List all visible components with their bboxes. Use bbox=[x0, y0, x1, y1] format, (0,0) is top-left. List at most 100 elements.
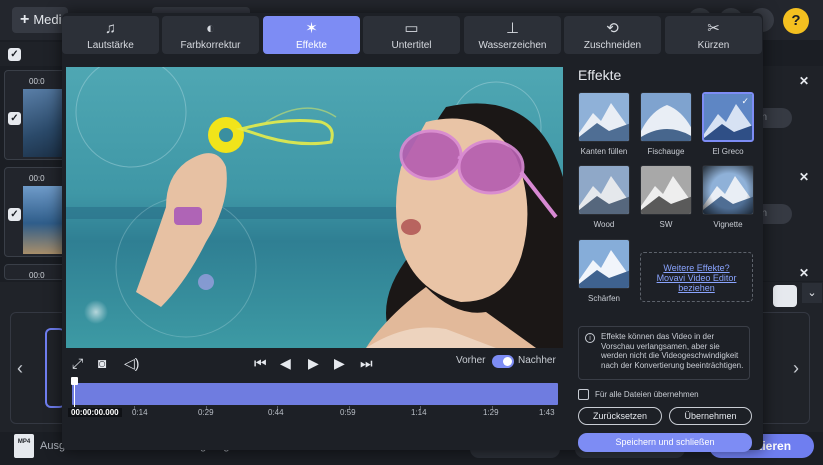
effect-name: Vignette bbox=[713, 220, 743, 229]
tab-label: Zuschneiden bbox=[583, 40, 642, 51]
apply-to-all-checkbox[interactable]: Für alle Dateien übernehmen bbox=[578, 389, 754, 403]
effect-thumbnail bbox=[578, 239, 630, 289]
duration-label: 00:0 bbox=[29, 77, 45, 86]
info-icon: i bbox=[585, 333, 595, 343]
help-icon[interactable]: ? bbox=[783, 8, 809, 34]
apply-to-all-label: Für alle Dateien übernehmen bbox=[595, 390, 699, 399]
effect-sharpen[interactable]: Schärfen bbox=[578, 239, 630, 303]
save-and-close-button[interactable]: Speichern und schließen bbox=[578, 433, 752, 452]
effect-name: El Greco bbox=[712, 147, 744, 156]
snapshot-camera-icon[interactable]: ◙ bbox=[98, 353, 106, 373]
tab-subtitles[interactable]: ▭ Untertitel bbox=[363, 16, 460, 54]
info-text: Effekte können das Video in der Vorschau… bbox=[601, 332, 744, 370]
skip-to-start-icon[interactable]: ⏮ bbox=[254, 353, 267, 373]
tab-trim[interactable]: ✂ Kürzen bbox=[665, 16, 762, 54]
effect-el-greco[interactable]: ✓ El Greco bbox=[702, 92, 754, 156]
tab-effects[interactable]: ✶ Effekte bbox=[263, 16, 360, 54]
effect-thumbnail bbox=[578, 92, 630, 142]
crop-rotate-icon: ⟲ bbox=[606, 20, 619, 37]
effect-fisheye[interactable]: Fischauge bbox=[640, 92, 692, 156]
timeline-track[interactable] bbox=[72, 383, 558, 405]
mp4-format-icon[interactable]: MP4 bbox=[14, 434, 34, 458]
tab-label: Untertitel bbox=[391, 40, 432, 51]
tick-label: 1:43 bbox=[539, 408, 555, 417]
effects-panel: Effekte Kanten füllen Fischauge ✓ El Gre… bbox=[572, 63, 757, 452]
playhead-handle[interactable] bbox=[71, 377, 78, 407]
effect-thumbnail bbox=[640, 165, 692, 215]
add-media-label: Medi bbox=[33, 12, 62, 27]
selected-check-icon: ✓ bbox=[741, 96, 749, 106]
search-icon[interactable] bbox=[773, 285, 797, 307]
tab-label: Wasserzeichen bbox=[478, 40, 547, 51]
more-effects-link[interactable]: beziehen bbox=[641, 283, 752, 293]
chevron-down-icon[interactable]: ⌄ bbox=[802, 283, 822, 303]
effect-fill-edges[interactable]: Kanten füllen bbox=[578, 92, 630, 156]
skip-to-end-icon[interactable]: ⏭ bbox=[360, 353, 373, 373]
file-thumbnail bbox=[23, 89, 65, 157]
tick-label: 0:29 bbox=[198, 408, 214, 417]
subtitles-icon: ▭ bbox=[404, 20, 419, 37]
effect-name: Kanten füllen bbox=[580, 147, 628, 156]
player-controls: ⤢ ◙ ◁) ⏮ ◀︎ ▶ ▶︎ ⏭ Vorher Nachher bbox=[66, 349, 563, 377]
panel-title: Effekte bbox=[578, 67, 622, 83]
tab-label: Farbkorrektur bbox=[180, 40, 241, 51]
effect-bw[interactable]: SW bbox=[640, 165, 692, 229]
play-icon[interactable]: ▶ bbox=[308, 353, 319, 373]
chevron-left-icon[interactable]: ‹ bbox=[17, 358, 23, 379]
effect-vignette[interactable]: Vignette bbox=[702, 165, 754, 229]
tab-volume[interactable]: ♫ Lautstärke bbox=[62, 16, 159, 54]
duration-label: 00:0 bbox=[29, 271, 45, 280]
video-preview[interactable] bbox=[66, 67, 563, 348]
effect-name: SW bbox=[659, 220, 673, 229]
more-effects-box: Weitere Effekte? Movavi Video Editor bez… bbox=[640, 252, 753, 302]
magic-wand-icon: ✶ bbox=[305, 20, 318, 37]
effects-dialog: ♫ Lautstärke ◐ Farbkorrektur ✶ Effekte ▭… bbox=[62, 13, 763, 452]
timeline: 00:00:00.000 0:14 0:29 0:44 0:59 1:14 1:… bbox=[66, 377, 563, 425]
checkbox-box[interactable] bbox=[578, 389, 589, 400]
add-media-button[interactable]: + Medi bbox=[12, 7, 68, 33]
music-note-icon: ♫ bbox=[104, 20, 117, 37]
tab-bar: ♫ Lautstärke ◐ Farbkorrektur ✶ Effekte ▭… bbox=[62, 16, 763, 56]
file-checkbox[interactable]: ✓ bbox=[8, 208, 21, 221]
file-row[interactable]: 00:0 bbox=[4, 264, 66, 280]
effect-wood[interactable]: Wood bbox=[578, 165, 630, 229]
reset-button[interactable]: Zurücksetzen bbox=[578, 407, 662, 425]
effect-name: Wood bbox=[593, 220, 615, 229]
remove-file-icon[interactable]: ✕ bbox=[799, 74, 809, 88]
effect-name: Fischauge bbox=[647, 147, 685, 156]
tick-label: 0:44 bbox=[268, 408, 284, 417]
previous-frame-icon[interactable]: ◀︎ bbox=[280, 353, 291, 373]
tab-color-correction[interactable]: ◐ Farbkorrektur bbox=[162, 16, 259, 54]
before-after-toggle[interactable] bbox=[492, 355, 514, 368]
remove-file-icon[interactable]: ✕ bbox=[799, 170, 809, 184]
info-notice: i Effekte können das Video in der Vorsch… bbox=[578, 326, 750, 380]
tick-label: 0:59 bbox=[340, 408, 356, 417]
tick-label: 0:14 bbox=[132, 408, 148, 417]
effect-thumbnail: ✓ bbox=[702, 92, 754, 142]
more-effects-link[interactable]: Movavi Video Editor bbox=[641, 273, 752, 283]
remove-file-icon[interactable]: ✕ bbox=[799, 266, 809, 280]
duration-label: 00:0 bbox=[29, 174, 45, 183]
tab-crop[interactable]: ⟲ Zuschneiden bbox=[564, 16, 661, 54]
stamp-icon: ⊥ bbox=[505, 20, 520, 37]
scissors-icon: ✂ bbox=[707, 20, 720, 37]
tick-label: 1:29 bbox=[483, 408, 499, 417]
more-effects-link[interactable]: Weitere Effekte? bbox=[641, 263, 752, 273]
next-frame-icon[interactable]: ▶︎ bbox=[334, 353, 345, 373]
file-checkbox[interactable]: ✓ bbox=[8, 112, 21, 125]
volume-icon[interactable]: ◁) bbox=[124, 353, 139, 373]
apply-button[interactable]: Übernehmen bbox=[669, 407, 752, 425]
effect-thumbnail bbox=[640, 92, 692, 142]
tick-label: 1:14 bbox=[411, 408, 427, 417]
effect-name: Schärfen bbox=[587, 294, 621, 303]
effect-thumbnail bbox=[702, 165, 754, 215]
video-frame-image bbox=[66, 67, 563, 348]
format-badge-label: MP4 bbox=[17, 439, 31, 445]
tab-label: Lautstärke bbox=[87, 40, 134, 51]
current-time-label: 00:00:00.000 bbox=[68, 408, 122, 417]
after-label: Nachher bbox=[518, 355, 556, 366]
fullscreen-icon[interactable]: ⤢ bbox=[72, 353, 83, 373]
tab-watermark[interactable]: ⊥ Wasserzeichen bbox=[464, 16, 561, 54]
select-all-checkbox[interactable]: ✓ bbox=[8, 48, 21, 61]
chevron-right-icon[interactable]: › bbox=[793, 358, 799, 379]
